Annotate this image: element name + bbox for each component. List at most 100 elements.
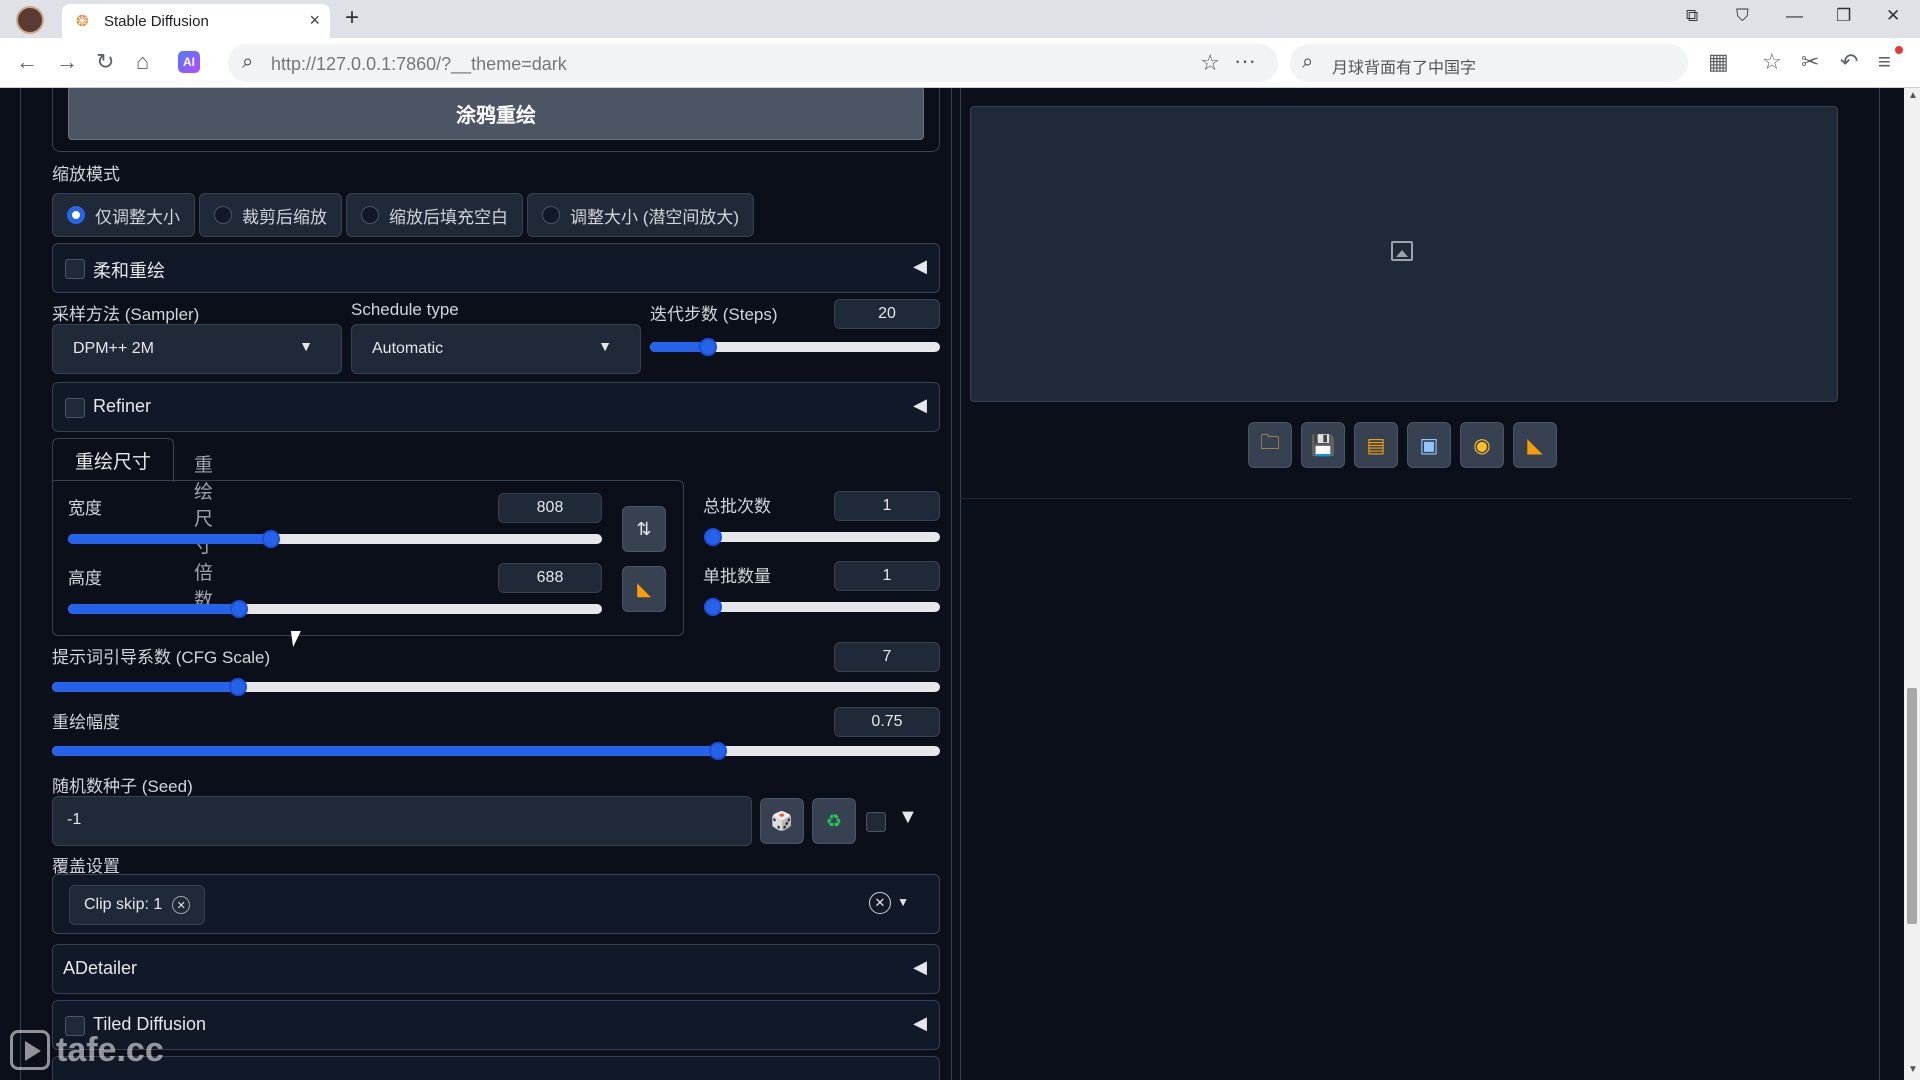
batch-count-slider[interactable]: [704, 528, 940, 546]
picture-icon: ▣: [1419, 434, 1439, 457]
tiled-diffusion-accordion[interactable]: Tiled Diffusion ◀: [52, 1000, 940, 1050]
radio-unchecked[interactable]: [214, 206, 232, 224]
scissors-icon[interactable]: ✂: [1801, 49, 1819, 75]
chevron-down-icon[interactable]: ▼: [897, 895, 909, 909]
batch-size-input[interactable]: 1: [834, 561, 940, 591]
search-box[interactable]: ⌕ 月球背面有了中国字: [1290, 44, 1688, 82]
schedule-value: Automatic: [372, 340, 444, 357]
override-chip[interactable]: Clip skip: 1 ✕: [69, 885, 206, 925]
scrollbar-thumb[interactable]: [1907, 688, 1917, 924]
resize-option[interactable]: 缩放后填充空白: [346, 193, 523, 237]
tab-count-icon[interactable]: ⧉: [1686, 6, 1698, 26]
ai-icon[interactable]: AI: [178, 51, 200, 73]
play-logo-icon: [10, 1030, 50, 1070]
denoise-label: 重绘幅度: [52, 713, 120, 732]
more-icon[interactable]: ···: [1234, 48, 1256, 74]
restore-button[interactable]: ❐: [1836, 6, 1851, 26]
send-to-inpaint-button[interactable]: ◉: [1460, 422, 1504, 468]
home-icon[interactable]: ⌂: [136, 49, 149, 75]
batch-size-slider[interactable]: [704, 598, 940, 616]
aspect-ratio-button[interactable]: ◣: [622, 566, 666, 612]
menu-icon[interactable]: ≡: [1878, 49, 1891, 75]
sampler-select[interactable]: DPM++ 2M ▼: [52, 324, 342, 374]
resize-option[interactable]: 仅调整大小: [52, 193, 195, 237]
back-icon[interactable]: ←: [16, 49, 38, 75]
denoise-input[interactable]: 0.75: [834, 707, 940, 737]
schedule-select[interactable]: Automatic ▼: [351, 324, 641, 374]
collapse-arrow-icon[interactable]: ◀: [913, 395, 927, 416]
zip-button[interactable]: ▤: [1354, 422, 1398, 468]
browser-tab[interactable]: ❂ Stable Diffusion ×: [62, 4, 330, 38]
slider-thumb[interactable]: [699, 338, 717, 356]
swap-icon: ⇅: [636, 518, 652, 539]
send-to-extras-button[interactable]: ◣: [1513, 422, 1557, 468]
height-input[interactable]: 688: [498, 563, 602, 593]
slider-thumb[interactable]: [704, 528, 722, 546]
inpaint-sketch-button[interactable]: 涂鸦重绘: [68, 88, 924, 140]
width-input[interactable]: 808: [498, 493, 602, 523]
next-accordion[interactable]: [52, 1056, 940, 1080]
open-folder-button[interactable]: 🗀: [1248, 422, 1292, 468]
seed-input[interactable]: -1: [52, 796, 752, 846]
sd-icon: ❂: [76, 13, 89, 30]
slider-thumb[interactable]: [261, 530, 280, 548]
scroll-down-icon[interactable]: ▼: [1908, 1064, 1918, 1075]
bookmark-star-icon[interactable]: ☆: [1200, 50, 1220, 76]
apps-grid-icon[interactable]: ▦: [1708, 49, 1729, 75]
save-button[interactable]: 💾: [1301, 422, 1345, 468]
favorites-icon[interactable]: ☆: [1762, 49, 1782, 75]
resize-mode-label: 缩放模式: [52, 165, 120, 184]
random-seed-button[interactable]: 🎲: [760, 798, 804, 844]
extra-seed-checkbox[interactable]: [866, 812, 886, 832]
slider-thumb[interactable]: [704, 598, 722, 616]
resize-option[interactable]: 裁剪后缩放: [199, 193, 342, 237]
soft-inpaint-checkbox[interactable]: [65, 259, 85, 279]
collapse-arrow-icon[interactable]: ◀: [913, 1013, 927, 1034]
steps-slider[interactable]: [650, 338, 940, 356]
scroll-up-icon[interactable]: ▲: [1908, 90, 1918, 101]
close-window-button[interactable]: ✕: [1886, 6, 1900, 26]
collapse-arrow-icon[interactable]: ◀: [913, 256, 927, 277]
tab-resize-to[interactable]: 重绘尺寸: [52, 438, 174, 482]
width-slider[interactable]: [68, 530, 602, 548]
close-tab-icon[interactable]: ×: [309, 10, 320, 31]
new-tab-button[interactable]: +: [345, 4, 359, 32]
refiner-checkbox[interactable]: [65, 398, 85, 418]
height-slider[interactable]: [68, 600, 602, 618]
resize-option[interactable]: 调整大小 (潜空间放大): [527, 193, 755, 237]
soft-inpaint-accordion[interactable]: 柔和重绘 ◀: [52, 243, 940, 293]
expand-arrow-icon[interactable]: ▼: [898, 806, 918, 829]
cfg-slider[interactable]: [52, 678, 940, 696]
cfg-input[interactable]: 7: [834, 642, 940, 672]
undo-icon[interactable]: ↶: [1840, 49, 1858, 75]
minimize-button[interactable]: —: [1786, 6, 1803, 26]
accordion-title: ADetailer: [63, 958, 138, 978]
reuse-seed-button[interactable]: ♻: [812, 798, 856, 844]
radio-checked[interactable]: [67, 206, 85, 224]
steps-input[interactable]: 20: [834, 299, 940, 329]
radio-unchecked[interactable]: [542, 206, 560, 224]
notification-dot: [1895, 46, 1903, 54]
remove-chip-icon[interactable]: ✕: [172, 896, 191, 914]
chevron-down-icon: ▼: [299, 338, 313, 354]
collapse-arrow-icon[interactable]: ◀: [913, 957, 927, 978]
send-to-img2img-button[interactable]: ▣: [1407, 422, 1451, 468]
page-scrollbar[interactable]: ▲ ▼: [1904, 88, 1920, 1080]
batch-count-input[interactable]: 1: [834, 491, 940, 521]
slider-thumb[interactable]: [709, 742, 727, 760]
refiner-accordion[interactable]: Refiner ◀: [52, 382, 940, 432]
address-bar[interactable]: ⌕ http://127.0.0.1:7860/?__theme=dark ☆ …: [228, 44, 1278, 82]
url-text[interactable]: http://127.0.0.1:7860/?__theme=dark: [271, 54, 567, 75]
pin-icon[interactable]: ⛉: [1736, 6, 1749, 26]
radio-unchecked[interactable]: [361, 206, 379, 224]
denoise-slider[interactable]: [52, 742, 940, 760]
clear-icon[interactable]: ✕: [869, 892, 891, 914]
swap-dimensions-button[interactable]: ⇅: [622, 506, 666, 552]
forward-icon[interactable]: →: [56, 49, 78, 75]
profile-avatar[interactable]: [16, 6, 44, 34]
adetailer-accordion[interactable]: ADetailer ◀: [52, 944, 940, 994]
override-settings-select[interactable]: Clip skip: 1 ✕ ✕ ▼: [52, 874, 940, 934]
search-placeholder[interactable]: 月球背面有了中国字: [1332, 54, 1476, 78]
reload-icon[interactable]: ↻: [96, 49, 114, 75]
slider-thumb[interactable]: [229, 600, 248, 618]
